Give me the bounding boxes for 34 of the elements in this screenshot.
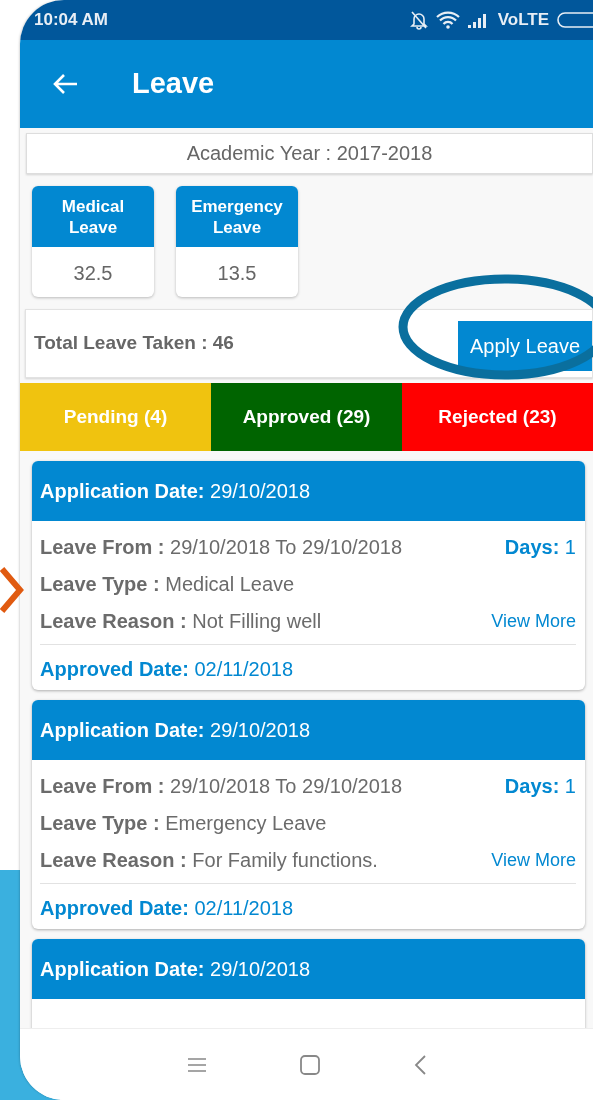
leave-reason: Leave Reason : Not Filling well — [40, 609, 322, 633]
leave-type: Leave Type : Emergency Leave — [40, 812, 327, 834]
status-tab[interactable]: Rejected (23) — [402, 383, 593, 451]
leave-balance: 32.5 — [72, 261, 114, 286]
leave-dates: Leave From : 29/10/2018 To 29/10/2018 — [40, 535, 403, 559]
application-date: Application Date: 29/10/2018 — [32, 939, 585, 999]
approved-date: Approved Date: 02/11/2018 — [40, 658, 294, 680]
leave-type: Leave Type : Medical Leave — [40, 573, 295, 595]
leave-days: Days: 1 — [504, 535, 576, 559]
status-time: 10:04 AM — [34, 9, 108, 32]
leave-balance: 13.5 — [216, 261, 258, 286]
application-date: Application Date: 29/10/2018 — [32, 700, 585, 760]
apply-leave-button[interactable]: Apply Leave — [457, 321, 592, 371]
view-more-link[interactable]: View More — [491, 848, 576, 872]
leave-type-header: Emergency Leave — [176, 186, 298, 247]
menu-icon[interactable] — [186, 1056, 207, 1073]
home-square-icon[interactable] — [298, 1053, 321, 1076]
bell-off-icon — [409, 10, 428, 30]
status-tab[interactable]: Approved (29) — [211, 383, 402, 451]
approved-date: Approved Date: 02/11/2018 — [40, 897, 294, 919]
wifi-icon — [435, 11, 460, 29]
leave-type-header: Medical Leave — [32, 186, 154, 247]
leave-dates: Leave From : 29/10/2018 To 29/10/2018 — [40, 774, 403, 798]
leave-days: Days: 1 — [504, 774, 576, 798]
battery-icon — [557, 12, 593, 28]
total-leave-label: Total Leave Taken : 46 — [34, 331, 234, 356]
leave-reason: Leave Reason : For Family functions. — [40, 848, 378, 872]
back-arrow-icon[interactable] — [52, 73, 78, 95]
application-date: Application Date: 29/10/2018 — [32, 461, 585, 521]
view-more-link[interactable]: View More — [491, 609, 576, 633]
academic-year: Academic Year : 2017-2018 — [26, 133, 593, 174]
back-icon[interactable] — [412, 1053, 427, 1076]
screen-title: Leave — [132, 66, 215, 102]
network-label: VoLTE — [497, 9, 549, 32]
